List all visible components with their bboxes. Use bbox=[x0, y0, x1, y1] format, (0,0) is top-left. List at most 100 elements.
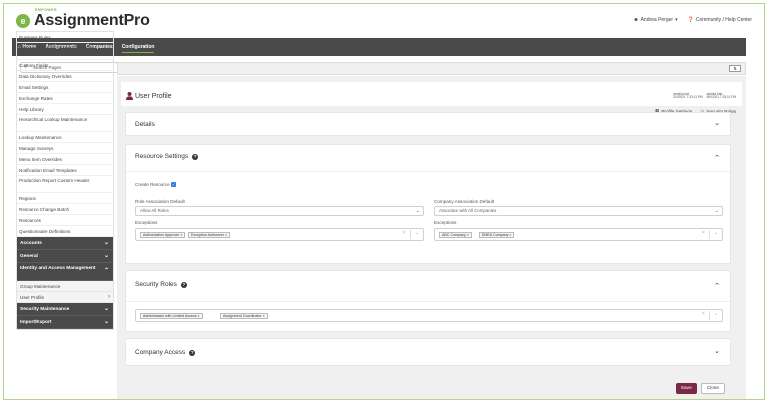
sidebar-item-resource-change-batch[interactable]: Resource Change Batch bbox=[17, 204, 113, 215]
sidebar-list: Business Rules Compensation Worksheet Di… bbox=[16, 31, 114, 330]
help-link[interactable]: ❓ Community / Help Center bbox=[688, 17, 752, 23]
user-name: Andrea Perger bbox=[640, 17, 674, 23]
role-chip[interactable]: Administrator with Limited Access × bbox=[140, 313, 203, 319]
chevron-down-icon[interactable]: ⌄ bbox=[415, 230, 419, 239]
logo-name: AssignmentPro bbox=[34, 12, 150, 29]
user-icon bbox=[126, 92, 133, 100]
resource-settings-panel: Resource Settings ? ⌃ Create Resource ✓ … bbox=[125, 144, 731, 264]
chevron-down-icon: ▾ bbox=[675, 17, 678, 23]
sidebar-item-regions[interactable]: Regions bbox=[17, 193, 113, 204]
chip-label: Assignment Coordinator bbox=[223, 314, 262, 318]
role-exceptions-label: Exceptions bbox=[135, 220, 158, 225]
sidebar-item-resources[interactable]: Resources bbox=[17, 215, 113, 226]
exception-chip[interactable]: Authorization Approver × bbox=[140, 232, 186, 238]
sidebar-group-label: Import/Export bbox=[20, 320, 52, 325]
updated-date: 8/9/2021 7:33:11 PM bbox=[706, 95, 736, 100]
sidebar-group-security[interactable]: Security Maintenance ⌄ bbox=[17, 303, 113, 316]
save-button[interactable]: Save bbox=[675, 383, 697, 394]
sidebar-item-business-rules[interactable]: Business Rules bbox=[17, 32, 113, 43]
company-exceptions-multiselect[interactable]: ABC Company × EMEA Company × × ⌄ bbox=[434, 228, 723, 241]
sidebar-item-user-profile[interactable]: User Profile › bbox=[17, 292, 113, 303]
role-chip[interactable]: Assignment Coordinator × bbox=[220, 313, 268, 319]
app-logo[interactable]: e EMPOWER AssignmentPro bbox=[16, 8, 150, 30]
clear-icon[interactable]: × bbox=[702, 311, 705, 320]
chip-label: Exception Authorizer bbox=[191, 233, 224, 237]
sidebar-item-email-settings[interactable]: Email Settings bbox=[17, 82, 113, 93]
created-date: 3/3/2021 7:33:11 PM bbox=[673, 95, 703, 100]
remove-icon[interactable]: × bbox=[225, 233, 227, 237]
create-resource-label: Create Resource bbox=[135, 182, 170, 187]
select-value: Associate with All Companies bbox=[439, 208, 497, 213]
exception-chip[interactable]: ABC Company × bbox=[439, 232, 472, 238]
help-label: Community / Help Center bbox=[695, 17, 752, 23]
sidebar-group-general[interactable]: General ⌄ bbox=[17, 250, 113, 263]
chevron-up-icon[interactable]: ⌃ bbox=[714, 282, 720, 290]
company-access-header: Company Access ? bbox=[135, 349, 196, 356]
remove-icon[interactable]: × bbox=[180, 233, 182, 237]
help-icon[interactable]: ? bbox=[192, 153, 199, 160]
sidebar-group-iam[interactable]: Identity and Access Management ⌃ bbox=[17, 263, 113, 281]
remove-icon[interactable]: × bbox=[509, 233, 511, 237]
chip-label: Authorization Approver bbox=[143, 233, 180, 237]
chevron-right-icon: › bbox=[108, 294, 110, 300]
main-nav: ⌂ Home Assignments Companies Configurati… bbox=[12, 38, 746, 56]
details-panel[interactable]: Details ⌄ bbox=[125, 112, 731, 136]
create-resource-field: Create Resource ✓ bbox=[135, 182, 177, 187]
exception-chip[interactable]: Exception Authorizer × bbox=[188, 232, 231, 238]
remove-icon[interactable]: × bbox=[198, 314, 200, 318]
panel-title: Company Access bbox=[135, 349, 186, 356]
sidebar-item-exchange-rates[interactable]: Exchange Rates bbox=[17, 93, 113, 104]
record-meta: amelia.hart 3/3/2021 7:33:11 PM amelia.h… bbox=[673, 92, 736, 100]
user-icon: ☻ bbox=[633, 17, 639, 23]
sidebar-item-group-maintenance[interactable]: Group Maintenance bbox=[17, 281, 113, 292]
clear-icon[interactable]: × bbox=[702, 230, 705, 239]
remove-icon[interactable]: × bbox=[467, 233, 469, 237]
exception-chip[interactable]: EMEA Company × bbox=[479, 232, 515, 238]
chevron-down-icon[interactable]: ⌄ bbox=[714, 347, 720, 355]
sidebar-group-label: General bbox=[20, 254, 38, 259]
sidebar-item-data-dictionary[interactable]: Data Dictionary Overrides bbox=[17, 71, 113, 82]
help-icon[interactable]: ? bbox=[180, 281, 187, 288]
separator bbox=[409, 230, 411, 239]
sidebar-item-custom-fields[interactable]: Custom Fields bbox=[17, 60, 113, 71]
divider bbox=[126, 301, 730, 302]
close-button[interactable]: Close bbox=[700, 383, 725, 394]
separator bbox=[708, 311, 710, 320]
sidebar-item-production-report[interactable]: Production Report Custom Header bbox=[17, 176, 113, 193]
chevron-up-icon[interactable]: ⌃ bbox=[714, 154, 720, 162]
company-default-select[interactable]: Associate with All Companies ⌄ bbox=[434, 206, 723, 216]
sidebar-item-help-library[interactable]: Help Library bbox=[17, 104, 113, 115]
chevron-down-icon[interactable]: ⌄ bbox=[714, 119, 720, 127]
sidebar-group-accounts[interactable]: Accounts ⌄ bbox=[17, 237, 113, 250]
chevron-down-icon[interactable]: ⌄ bbox=[714, 311, 718, 320]
created-meta: amelia.hart 3/3/2021 7:33:11 PM bbox=[673, 92, 703, 100]
sidebar-group-import-export[interactable]: Import/Export ⌄ bbox=[17, 316, 113, 329]
role-default-select[interactable]: Allow All Roles ⌄ bbox=[135, 206, 424, 216]
chevron-down-icon: ⌄ bbox=[415, 208, 420, 214]
sidebar-item-manage-surveys[interactable]: Manage Surveys bbox=[17, 143, 113, 154]
company-access-panel[interactable]: Company Access ? ⌄ bbox=[125, 338, 731, 366]
chevron-up-icon: ⌃ bbox=[103, 268, 109, 274]
nav-configuration[interactable]: Configuration bbox=[121, 38, 154, 56]
clear-icon[interactable]: × bbox=[403, 230, 406, 239]
user-menu[interactable]: ☻ Andrea Perger ▾ bbox=[633, 17, 677, 23]
create-resource-checkbox[interactable]: ✓ bbox=[171, 182, 177, 187]
role-exceptions-multiselect[interactable]: Authorization Approver × Exception Autho… bbox=[135, 228, 424, 241]
sidebar-item-lookup-maintenance[interactable]: Lookup Maintenance bbox=[17, 132, 113, 143]
export-button[interactable]: ⇅ bbox=[729, 65, 741, 72]
sidebar-item-compensation-worksheet[interactable]: Compensation Worksheet Dictionary bbox=[17, 43, 113, 60]
sidebar-item-menu-overrides[interactable]: Menu Item Overrides bbox=[17, 154, 113, 165]
panel-title: Security Roles bbox=[135, 281, 177, 288]
sidebar-item-email-templates[interactable]: Notification Email Templates bbox=[17, 165, 113, 176]
chevron-down-icon[interactable]: ⌄ bbox=[714, 230, 718, 239]
remove-icon[interactable]: × bbox=[263, 314, 265, 318]
sidebar-item-hierarchical-lookup[interactable]: Hierarchical Lookup Maintenance bbox=[17, 115, 113, 132]
select-value: Allow All Roles bbox=[140, 208, 169, 213]
sidebar-item-questionnaire[interactable]: Questionnaire Definitions bbox=[17, 226, 113, 237]
multiselect-controls: × ⌄ bbox=[403, 230, 419, 239]
sidebar-group-label: Identity and Access Management bbox=[20, 266, 96, 271]
help-icon[interactable]: ? bbox=[189, 349, 196, 356]
security-roles-multiselect[interactable]: Administrator with Limited Access × Assi… bbox=[135, 309, 723, 322]
security-roles-header: Security Roles ? bbox=[135, 281, 187, 288]
logo-mark: e bbox=[16, 14, 30, 28]
